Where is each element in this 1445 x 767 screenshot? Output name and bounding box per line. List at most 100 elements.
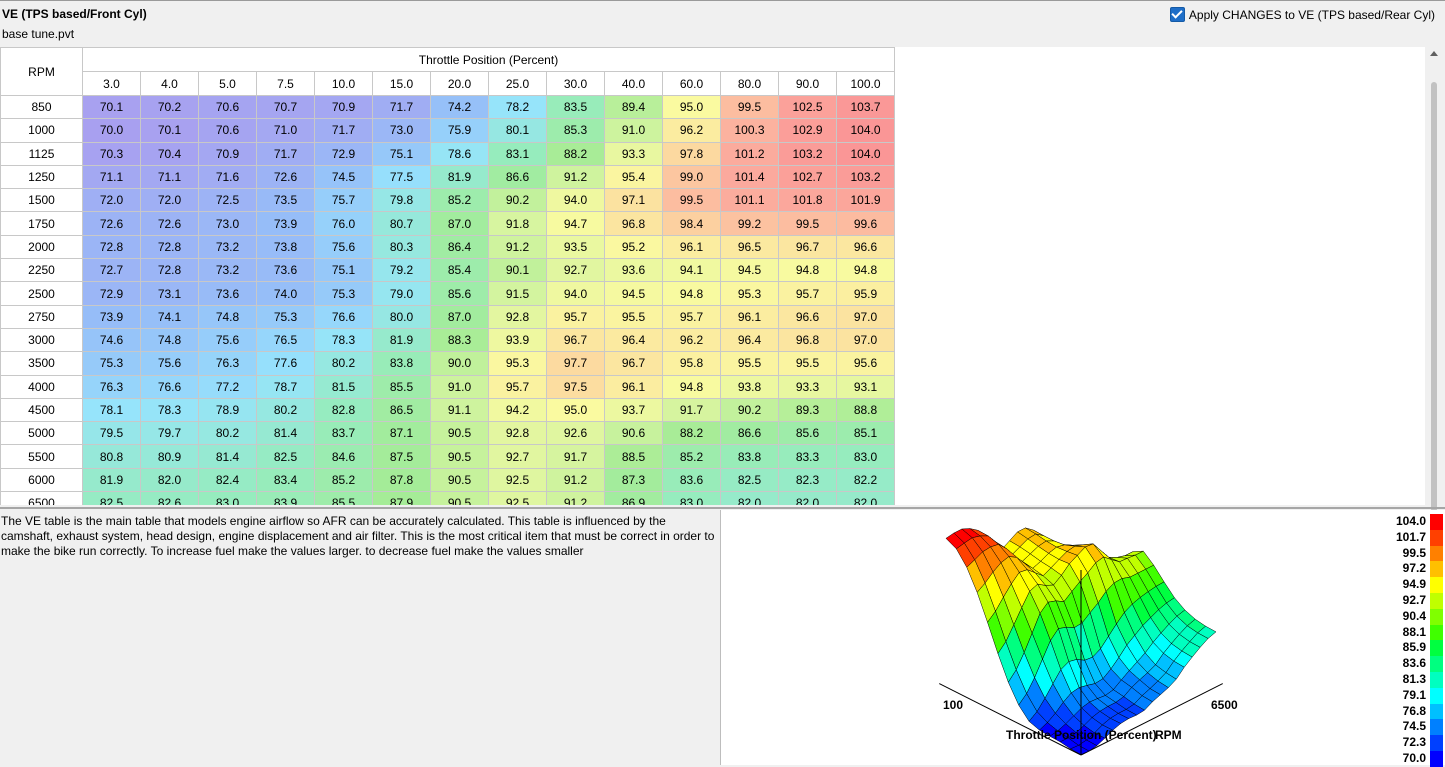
ve-cell[interactable]: 88.3 — [430, 327, 489, 353]
ve-cell[interactable]: 80.8 — [82, 444, 141, 469]
ve-cell[interactable]: 79.0 — [372, 281, 431, 306]
ve-cell[interactable]: 78.2 — [488, 94, 547, 120]
ve-cell[interactable]: 82.2 — [836, 467, 895, 493]
ve-cell[interactable]: 90.1 — [488, 258, 547, 283]
ve-cell[interactable]: 85.4 — [430, 258, 489, 283]
ve-cell[interactable]: 74.8 — [198, 304, 257, 329]
ve-cell[interactable]: 94.0 — [546, 188, 605, 213]
ve-cell[interactable]: 72.6 — [82, 211, 141, 236]
ve-cell[interactable]: 95.8 — [662, 351, 721, 376]
ve-cell[interactable]: 80.2 — [314, 351, 373, 376]
ve-cell[interactable]: 88.2 — [662, 421, 721, 446]
ve-cell[interactable]: 90.2 — [720, 397, 779, 423]
ve-cell[interactable]: 76.3 — [198, 351, 257, 376]
ve-cell[interactable]: 94.8 — [778, 258, 837, 283]
ve-cell[interactable]: 93.8 — [720, 374, 779, 399]
ve-cell[interactable]: 74.8 — [140, 327, 199, 353]
ve-cell[interactable]: 94.8 — [662, 374, 721, 399]
ve-cell[interactable]: 71.1 — [82, 164, 141, 190]
ve-cell[interactable]: 97.1 — [604, 188, 663, 213]
ve-cell[interactable]: 82.0 — [778, 491, 837, 505]
ve-cell[interactable]: 71.7 — [372, 94, 431, 120]
ve-cell[interactable]: 72.6 — [256, 164, 315, 190]
ve-cell[interactable]: 96.2 — [662, 118, 721, 143]
ve-cell[interactable]: 73.1 — [140, 281, 199, 306]
ve-cell[interactable]: 85.6 — [430, 281, 489, 306]
ve-surface-plot[interactable]: 100 6500 Throttle Position (Percent)RPM — [721, 510, 1381, 765]
ve-cell[interactable]: 91.1 — [430, 397, 489, 423]
ve-cell[interactable]: 79.7 — [140, 421, 199, 446]
ve-cell[interactable]: 95.2 — [604, 234, 663, 260]
ve-cell[interactable]: 73.8 — [256, 234, 315, 260]
ve-cell[interactable]: 73.6 — [198, 281, 257, 306]
ve-cell[interactable]: 104.0 — [836, 118, 895, 143]
ve-cell[interactable]: 75.9 — [430, 118, 489, 143]
ve-cell[interactable]: 91.0 — [604, 118, 663, 143]
ve-cell[interactable]: 73.2 — [198, 234, 257, 260]
ve-cell[interactable]: 95.7 — [662, 304, 721, 329]
ve-cell[interactable]: 103.2 — [836, 164, 895, 190]
ve-cell[interactable]: 73.5 — [256, 188, 315, 213]
ve-cell[interactable]: 76.0 — [314, 211, 373, 236]
ve-cell[interactable]: 83.1 — [488, 141, 547, 166]
ve-cell[interactable]: 95.6 — [836, 351, 895, 376]
ve-cell[interactable]: 86.5 — [372, 397, 431, 423]
ve-cell[interactable]: 82.5 — [256, 444, 315, 469]
ve-cell[interactable]: 70.9 — [198, 141, 257, 166]
checkbox-checked-icon[interactable] — [1169, 7, 1185, 22]
ve-cell[interactable]: 91.8 — [488, 211, 547, 236]
ve-cell[interactable]: 90.5 — [430, 491, 489, 505]
ve-cell[interactable]: 88.8 — [836, 397, 895, 423]
ve-cell[interactable]: 83.8 — [372, 351, 431, 376]
ve-cell[interactable]: 78.1 — [82, 397, 141, 423]
ve-cell[interactable]: 78.3 — [140, 397, 199, 423]
ve-cell[interactable]: 79.2 — [372, 258, 431, 283]
ve-cell[interactable]: 86.6 — [720, 421, 779, 446]
ve-cell[interactable]: 82.5 — [82, 491, 141, 505]
ve-cell[interactable]: 102.7 — [778, 164, 837, 190]
ve-cell[interactable]: 99.2 — [720, 211, 779, 236]
ve-cell[interactable]: 97.0 — [836, 304, 895, 329]
ve-cell[interactable]: 95.7 — [778, 281, 837, 306]
ve-cell[interactable]: 98.4 — [662, 211, 721, 236]
ve-cell[interactable]: 71.7 — [256, 141, 315, 166]
ve-cell[interactable]: 82.6 — [140, 491, 199, 505]
ve-cell[interactable]: 72.8 — [140, 258, 199, 283]
ve-cell[interactable]: 97.8 — [662, 141, 721, 166]
ve-cell[interactable]: 87.3 — [604, 467, 663, 493]
ve-cell[interactable]: 94.8 — [662, 281, 721, 306]
ve-cell[interactable]: 91.2 — [546, 491, 605, 505]
ve-cell[interactable]: 96.8 — [604, 211, 663, 236]
ve-cell[interactable]: 72.8 — [140, 234, 199, 260]
ve-cell[interactable]: 73.2 — [198, 258, 257, 283]
ve-cell[interactable]: 91.2 — [546, 467, 605, 493]
ve-cell[interactable]: 70.3 — [82, 141, 141, 166]
splitter[interactable] — [0, 507, 1445, 509]
ve-cell[interactable]: 80.2 — [198, 421, 257, 446]
ve-cell[interactable]: 73.6 — [256, 258, 315, 283]
ve-cell[interactable]: 83.0 — [836, 444, 895, 469]
ve-cell[interactable]: 102.9 — [778, 118, 837, 143]
ve-cell[interactable]: 75.1 — [314, 258, 373, 283]
ve-cell[interactable]: 95.4 — [604, 164, 663, 190]
ve-cell[interactable]: 71.7 — [314, 118, 373, 143]
ve-cell[interactable]: 82.8 — [314, 397, 373, 423]
ve-cell[interactable]: 91.0 — [430, 374, 489, 399]
ve-cell[interactable]: 97.7 — [546, 351, 605, 376]
ve-cell[interactable]: 83.9 — [256, 491, 315, 505]
ve-cell[interactable]: 91.5 — [488, 281, 547, 306]
scrollbar-thumb[interactable] — [1431, 82, 1437, 512]
ve-cell[interactable]: 82.4 — [198, 467, 257, 493]
ve-cell[interactable]: 80.1 — [488, 118, 547, 143]
ve-cell[interactable]: 94.2 — [488, 397, 547, 423]
ve-cell[interactable]: 100.3 — [720, 118, 779, 143]
ve-cell[interactable]: 95.5 — [778, 351, 837, 376]
ve-cell[interactable]: 87.1 — [372, 421, 431, 446]
ve-cell[interactable]: 77.5 — [372, 164, 431, 190]
ve-cell[interactable]: 92.6 — [546, 421, 605, 446]
ve-cell[interactable]: 82.3 — [778, 467, 837, 493]
ve-cell[interactable]: 77.6 — [256, 351, 315, 376]
ve-cell[interactable]: 76.5 — [256, 327, 315, 353]
ve-cell[interactable]: 76.6 — [314, 304, 373, 329]
ve-cell[interactable]: 83.5 — [546, 94, 605, 120]
